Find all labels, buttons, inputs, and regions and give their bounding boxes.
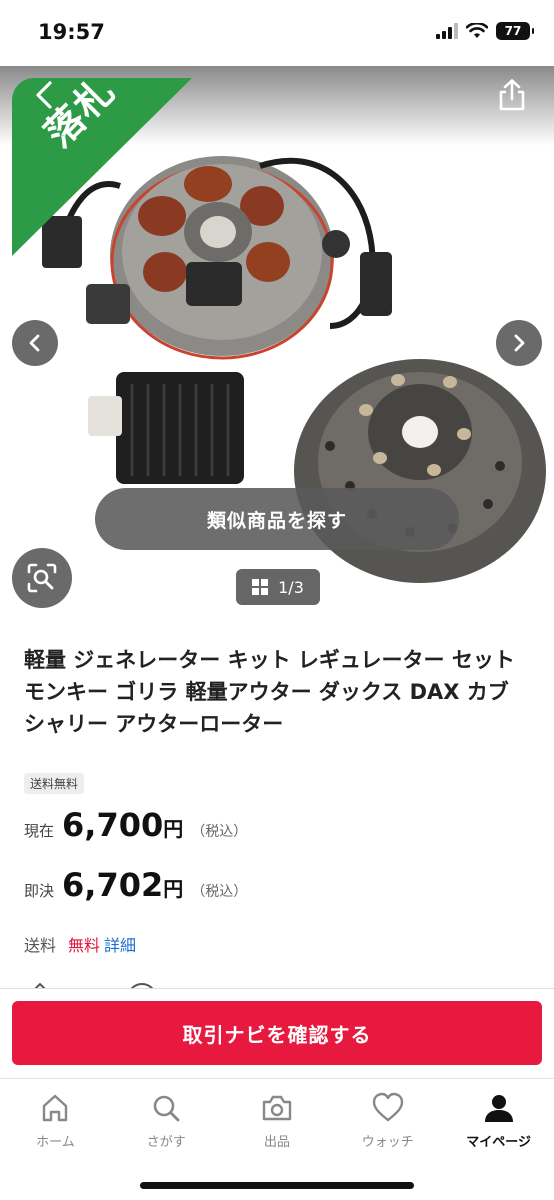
shipping-value: 無料 [68, 936, 101, 955]
buyout-price-tax: （税込） [191, 884, 248, 900]
buyout-price-label: 即決 [24, 882, 55, 900]
next-image-button[interactable] [496, 320, 542, 366]
search-icon [153, 1095, 180, 1122]
image-search-button[interactable] [12, 548, 72, 608]
back-icon[interactable] [30, 80, 58, 110]
current-price-tax: （税込） [191, 824, 248, 840]
tab-sell-label: 出品 [263, 1135, 290, 1150]
current-price-row: 現在 6,700 円 （税込） [24, 806, 247, 844]
tab-home[interactable]: ホーム [0, 1079, 111, 1200]
free-shipping-badge: 送料無料 [24, 773, 85, 794]
image-search-icon [27, 563, 57, 593]
grid-icon [252, 579, 269, 595]
shipping-label: 送料 [24, 936, 57, 955]
signal-icon [436, 23, 458, 39]
item-title: 軽量 ジェネレーター キット レギュレーター セット モンキー ゴリラ 軽量アウ… [24, 648, 515, 736]
find-similar-button[interactable]: 類似商品を探す [95, 488, 459, 550]
tab-mypage-label: マイページ [466, 1135, 531, 1150]
heart-icon [372, 1092, 403, 1122]
camera-icon [262, 1095, 292, 1121]
home-icon [43, 1094, 68, 1122]
buyout-price-yen: 円 [163, 877, 184, 901]
share-icon[interactable] [496, 78, 528, 112]
buyout-price-row: 即決 6,702 円 （税込） [24, 866, 247, 904]
page-counter-text: 1/3 [278, 577, 304, 597]
image-page-counter[interactable]: 1/3 [236, 569, 320, 605]
status-icons: 77 [436, 22, 534, 40]
check-transaction-navi-button[interactable]: 取引ナビを確認する [12, 1001, 542, 1065]
status-time: 19:57 [38, 20, 105, 44]
chevron-right-icon [514, 334, 525, 352]
current-price-label: 現在 [24, 822, 55, 840]
current-price-yen: 円 [163, 817, 184, 841]
previous-image-button[interactable] [12, 320, 58, 366]
person-icon [484, 1095, 513, 1122]
chevron-left-icon [29, 334, 40, 352]
battery-indicator: 77 [496, 22, 534, 40]
home-indicator [140, 1182, 414, 1189]
tab-watch-label: ウォッチ [361, 1135, 414, 1150]
wifi-icon [466, 23, 488, 38]
shipping-row: 送料 無料 詳細 [24, 932, 136, 956]
current-price-value: 6,700 [62, 806, 164, 844]
tab-home-label: ホーム [36, 1135, 75, 1150]
status-bar: 19:57 77 [0, 0, 554, 66]
shipping-detail-link[interactable]: 詳細 [104, 932, 136, 956]
tab-mypage[interactable]: マイページ [443, 1079, 554, 1200]
buyout-price-value: 6,702 [62, 866, 164, 904]
tab-search-label: さがす [146, 1135, 186, 1150]
